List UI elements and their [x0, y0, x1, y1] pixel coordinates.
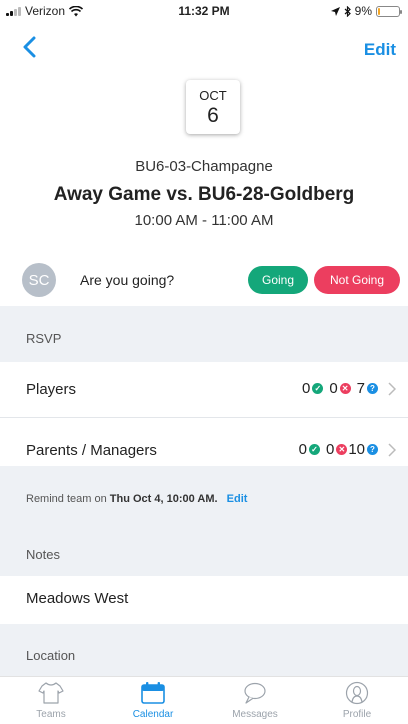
- going-button[interactable]: Going: [248, 266, 308, 294]
- tab-calendar[interactable]: Calendar: [102, 677, 204, 724]
- tab-profile[interactable]: Profile: [306, 677, 408, 724]
- location-section-title: Location: [26, 648, 76, 663]
- unknown-count: 10?: [348, 441, 378, 458]
- rsvp-section-header: RSVP: [0, 306, 408, 362]
- notes-section-title: Notes: [26, 547, 60, 562]
- team-name: BU6-03-Champagne: [135, 158, 273, 175]
- chevron-right-icon: [388, 443, 396, 457]
- question-icon: ?: [367, 383, 378, 394]
- unknown-count: 7?: [357, 380, 378, 397]
- calendar-icon: [141, 682, 165, 704]
- row-label: Players: [26, 381, 77, 398]
- edit-button[interactable]: Edit: [364, 40, 396, 60]
- notes-row: Meadows West: [0, 576, 408, 624]
- notes-section-header: Notes: [0, 532, 408, 576]
- tab-label: Messages: [232, 709, 278, 720]
- battery-fill: [378, 7, 380, 15]
- notes-text: Meadows West: [26, 590, 129, 607]
- nav-bar: Edit: [0, 30, 408, 66]
- check-icon: ✓: [308, 444, 320, 455]
- chat-bubble-icon: [244, 682, 266, 704]
- remind-banner: Remind team on Thu Oct 4, 10:00 AM. Edit: [0, 466, 408, 532]
- tab-label: Calendar: [132, 709, 174, 720]
- yes-count: 0 ✓: [302, 380, 329, 397]
- remind-edit-link[interactable]: Edit: [227, 493, 248, 505]
- remind-text: Remind team on Thu Oct 4, 10:00 AM. Edit: [26, 493, 248, 505]
- rsvp-counts: 0 ✓ 0 ✕ 7?: [302, 380, 378, 397]
- status-left: Verizon: [6, 4, 84, 18]
- date-day: 6: [207, 104, 219, 127]
- back-chevron-icon[interactable]: [22, 36, 36, 58]
- jersey-icon: [38, 682, 64, 704]
- not-going-button[interactable]: Not Going: [314, 266, 400, 294]
- tab-messages[interactable]: Messages: [204, 677, 306, 724]
- clock: 11:32 PM: [178, 4, 230, 18]
- bluetooth-icon: [344, 5, 351, 17]
- no-count: 0 ✕: [326, 441, 348, 458]
- location-section-header: Location: [0, 624, 408, 676]
- rsvp-row-parents-managers[interactable]: Parents / Managers 0 ✓ 0 ✕ 10?: [0, 418, 408, 466]
- tab-label: Profile: [342, 709, 372, 720]
- going-question: Are you going?: [80, 272, 175, 288]
- location-arrow-icon: [330, 6, 340, 16]
- attendance-row: SC Are you going? Going Not Going: [0, 258, 408, 302]
- remind-date: Thu Oct 4, 10:00 AM.: [109, 493, 218, 505]
- rsvp-row-players[interactable]: Players 0 ✓ 0 ✕ 7?: [0, 362, 408, 418]
- signal-icon: [6, 6, 21, 16]
- chevron-right-icon: [388, 382, 396, 396]
- date-card: OCT 6: [186, 80, 240, 134]
- x-icon: ✕: [339, 383, 351, 394]
- person-icon: [345, 681, 369, 705]
- no-count: 0 ✕: [329, 380, 356, 397]
- battery-icon: [376, 5, 402, 17]
- battery-percent: 9%: [354, 4, 372, 18]
- status-right: 9%: [330, 4, 402, 18]
- event-time: 10:00 AM - 11:00 AM: [134, 212, 274, 229]
- rsvp-section-title: RSVP: [26, 331, 62, 346]
- row-label: Parents / Managers: [26, 442, 157, 459]
- x-icon: ✕: [336, 444, 348, 455]
- status-bar: Verizon 11:32 PM 9%: [0, 0, 408, 22]
- yes-count: 0 ✓: [299, 441, 326, 458]
- date-month: OCT: [199, 88, 227, 103]
- avatar: SC: [22, 263, 56, 297]
- tab-teams[interactable]: Teams: [0, 677, 102, 724]
- event-title: Away Game vs. BU6-28-Goldberg: [53, 184, 355, 205]
- check-icon: ✓: [312, 383, 324, 394]
- tab-label: Teams: [36, 709, 66, 720]
- carrier-name: Verizon: [25, 4, 66, 18]
- question-icon: ?: [367, 444, 378, 455]
- wifi-icon: [69, 5, 84, 16]
- rsvp-counts: 0 ✓ 0 ✕ 10?: [299, 441, 378, 458]
- tab-bar: Teams Calendar Messages Profile: [0, 676, 408, 724]
